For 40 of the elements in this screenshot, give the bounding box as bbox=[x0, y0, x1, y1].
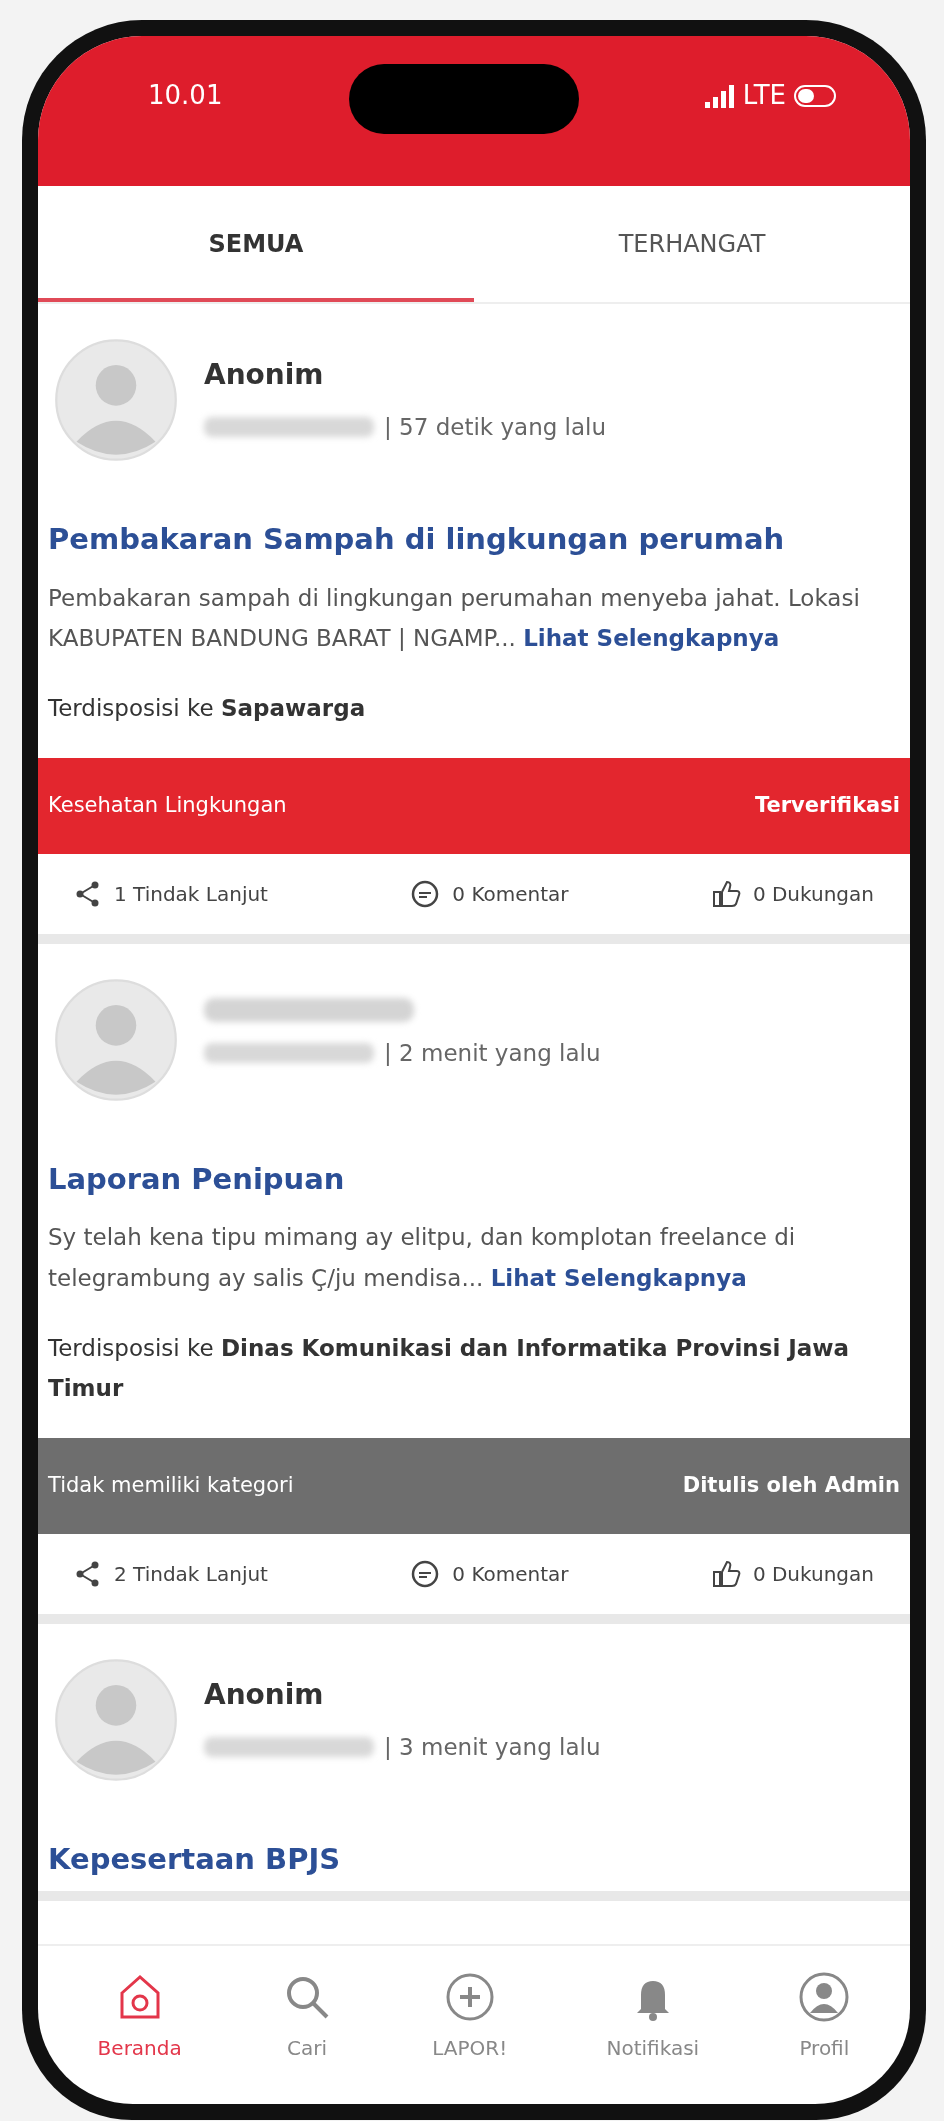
author-name: Anonim bbox=[204, 357, 325, 393]
action-button[interactable]: 0 Dukungan bbox=[704, 877, 880, 910]
post-description: Sy telah kena tipu mimang ay elitpu, dan komplotan freelance di telegrambung ay salis Ç/ju mendisa... Lihat Selengkapnya bbox=[47, 1223, 797, 1293]
read-more-link[interactable]: Lihat Selengkapnya bbox=[490, 1264, 747, 1291]
action-button[interactable]: 0 Komentar bbox=[404, 877, 575, 910]
avatar-icon bbox=[54, 977, 178, 1102]
disposition-text: Terdisposisi ke Dinas Komunikasi dan Informatika Provinsi Jawa Timur bbox=[47, 1333, 851, 1403]
nav-item[interactable]: Beranda bbox=[91, 1970, 188, 2064]
status-label: Terverifikasi bbox=[754, 792, 900, 820]
nav-item[interactable]: Profil bbox=[792, 1970, 857, 2064]
avatar-icon bbox=[54, 338, 178, 462]
signal-icon bbox=[704, 83, 735, 108]
comment-icon bbox=[410, 1558, 441, 1589]
profile-icon bbox=[798, 1971, 851, 2023]
nav-item[interactable]: Notifikasi bbox=[600, 1970, 706, 2064]
post-time: | 2 menit yang lalu bbox=[384, 1039, 601, 1066]
action-button[interactable]: 1 Tindak Lanjut bbox=[68, 877, 274, 910]
clock-time: 10.01 bbox=[148, 79, 223, 112]
author-name: Anonim bbox=[204, 1676, 325, 1713]
action-button[interactable]: 0 Dukungan bbox=[704, 1557, 880, 1590]
nav-item[interactable]: LAPOR! bbox=[426, 1970, 514, 2064]
status-label: Ditulis oleh Admin bbox=[682, 1472, 900, 1500]
post-description: Pembakaran sampah di lingkungan perumahan menyeba jahat. Lokasi KABUPATEN BANDUNG BARAT | NGAMP... Lihat Selengkapnya bbox=[47, 583, 861, 653]
read-more-link[interactable]: Lihat Selengkapnya bbox=[523, 624, 780, 651]
thumbs-up-icon bbox=[710, 878, 741, 909]
action-button[interactable]: 0 Komentar bbox=[404, 1557, 575, 1590]
comment-icon bbox=[410, 878, 441, 909]
thumbs-up-icon bbox=[710, 1558, 741, 1589]
post-time: | 57 detik yang lalu bbox=[384, 414, 607, 440]
post-title[interactable]: Laporan Penipuan bbox=[38, 1127, 910, 1212]
action-button[interactable]: 2 Tindak Lanjut bbox=[68, 1557, 274, 1590]
category-label: Tidak memiliki kategori bbox=[48, 1472, 294, 1500]
post-title[interactable]: Pembakaran Sampah di lingkungan perumah bbox=[38, 488, 910, 572]
avatar-icon bbox=[54, 1657, 178, 1782]
post-time: | 3 menit yang lalu bbox=[384, 1733, 601, 1760]
post-title[interactable]: Kepesertaan BPJS bbox=[38, 1807, 910, 1892]
network-label: LTE bbox=[742, 79, 786, 112]
category-label: Kesehatan Lingkungan bbox=[48, 792, 287, 820]
disposition-text: Terdisposisi ke Sapawarga bbox=[47, 694, 367, 723]
nav-item[interactable]: Cari bbox=[275, 1970, 339, 2064]
